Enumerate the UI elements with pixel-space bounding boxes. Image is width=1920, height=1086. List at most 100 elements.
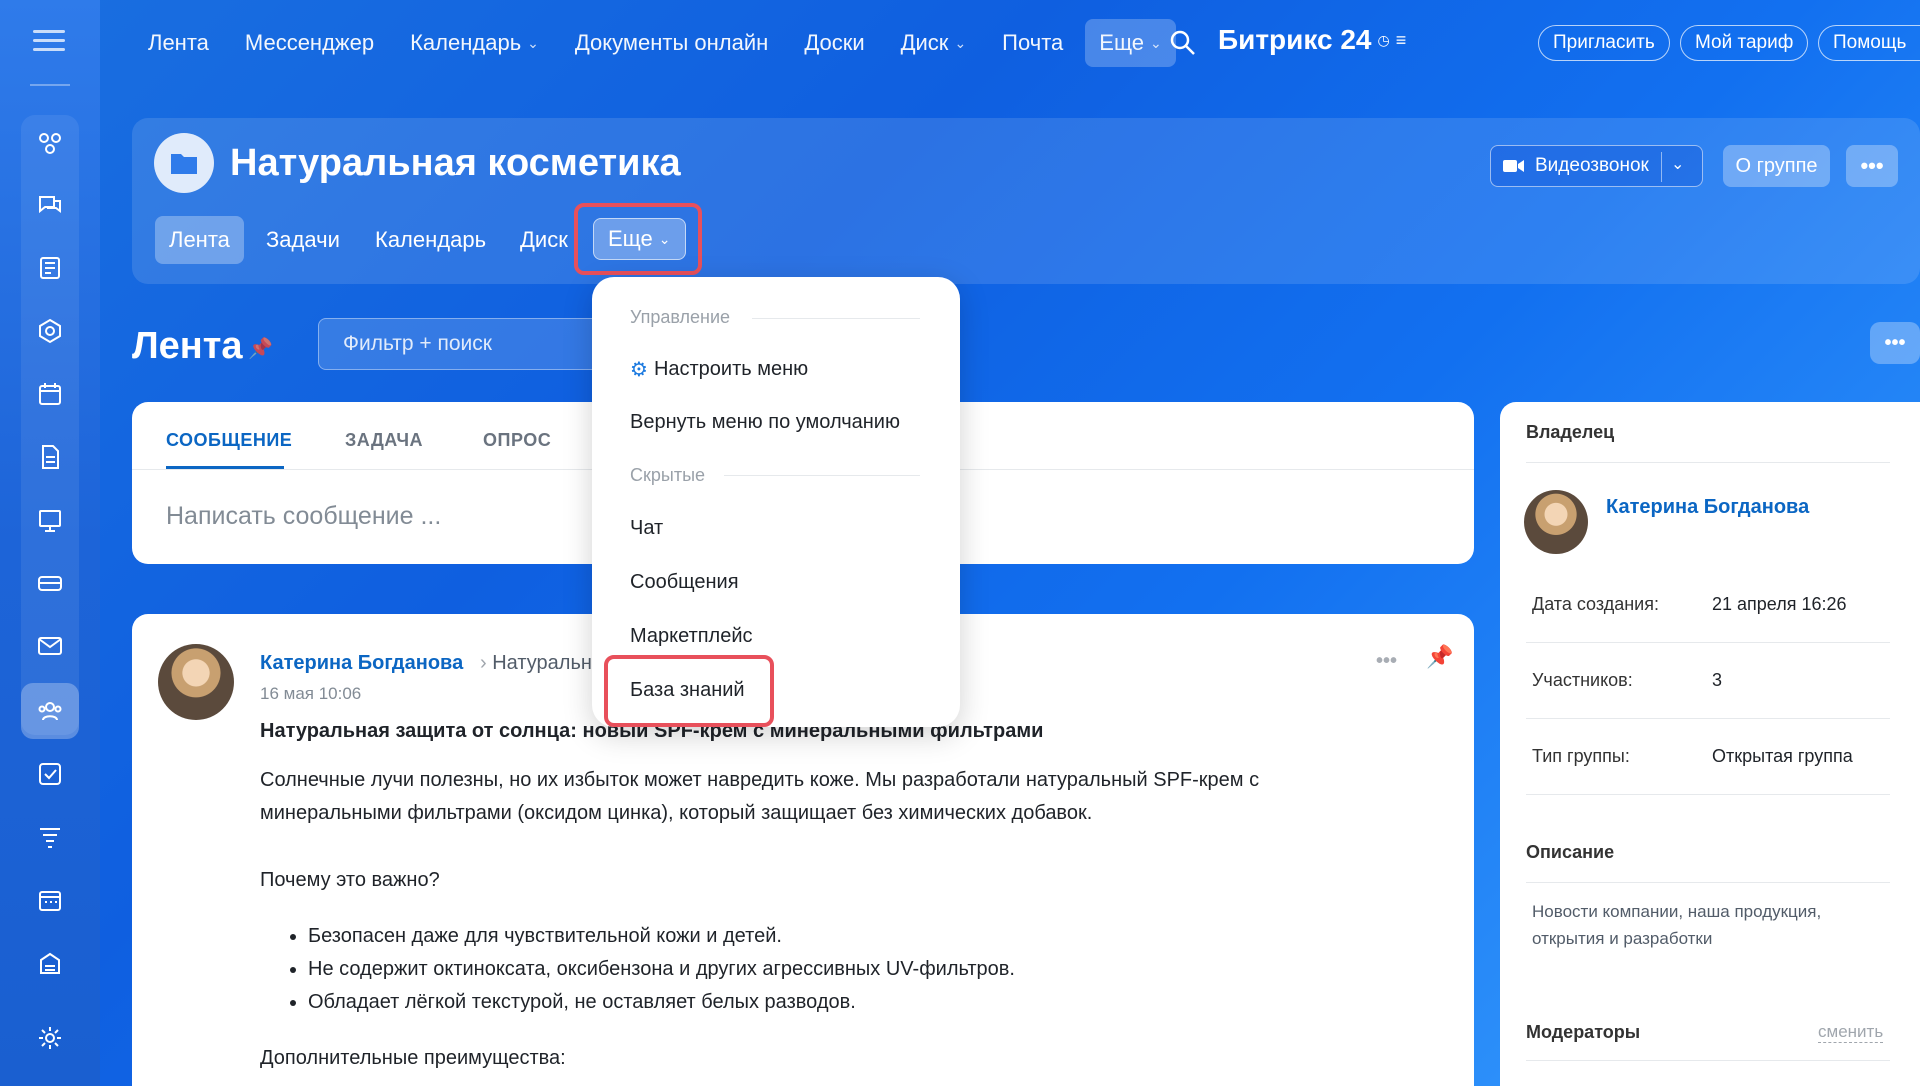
chevron-down-icon: ⌄: [954, 34, 967, 51]
owner-name[interactable]: Катерина Богданова: [1606, 496, 1809, 519]
group-title: Натуральная косметика: [230, 142, 681, 184]
change-moderators-link[interactable]: сменить: [1818, 1022, 1884, 1043]
nav-item-calendar[interactable]: Календарь ⌄: [410, 30, 539, 56]
chevron-down-icon[interactable]: ⌄: [1671, 154, 1684, 174]
section-divider: [752, 318, 920, 319]
divider: [1526, 1060, 1890, 1061]
nav-label: Календарь: [410, 30, 522, 55]
hidden-item-marketplace[interactable]: Маркетплейс: [630, 625, 753, 648]
button-divider: [1661, 152, 1662, 182]
hidden-item-chat[interactable]: Чат: [630, 517, 663, 540]
nav-item-docs[interactable]: Документы онлайн: [575, 30, 768, 56]
sidebar-funnel-icon[interactable]: [21, 809, 79, 865]
help-button[interactable]: Помощь: [1818, 25, 1920, 61]
filter-search-input[interactable]: Фильтр + поиск: [318, 318, 628, 370]
hidden-item-messages[interactable]: Сообщения: [630, 571, 739, 594]
video-call-label: Видеозвонок: [1535, 155, 1649, 176]
camera-icon: [1503, 160, 1524, 172]
tab-label: Диск: [520, 227, 568, 252]
description-text: Новости компании, наша продукция, открыт…: [1532, 902, 1822, 948]
post-date[interactable]: 16 мая 10:06: [260, 684, 361, 704]
configure-menu-item[interactable]: ⚙ Настроить меню: [630, 357, 808, 382]
tab-label: Задачи: [266, 227, 340, 252]
nav-item-mail[interactable]: Почта: [1002, 30, 1063, 56]
author-avatar[interactable]: [158, 644, 234, 720]
nav-label: Доски: [804, 30, 865, 55]
post-paragraph-line: Солнечные лучи полезны, но их избыток мо…: [260, 769, 1260, 791]
nav-item-more[interactable]: Еще ⌄: [1085, 19, 1176, 67]
menu-item-label: Настроить меню: [653, 358, 809, 380]
sidebar-boards-icon[interactable]: [21, 492, 79, 548]
feed-more-dots-icon[interactable]: •••: [1870, 322, 1920, 364]
sidebar-disk-icon[interactable]: [21, 555, 79, 611]
divider: [1526, 882, 1890, 883]
sidebar-tasks-icon[interactable]: [21, 746, 79, 802]
sidebar-divider: [30, 84, 70, 86]
pin-icon[interactable]: 📌: [248, 336, 273, 361]
group-tab-disk[interactable]: Диск: [506, 216, 582, 264]
folder-icon: [171, 154, 197, 174]
members-value[interactable]: 3: [1712, 670, 1722, 691]
search-icon[interactable]: [1168, 28, 1198, 58]
chevron-right-icon: ›: [480, 652, 487, 674]
sidebar-chat-icon[interactable]: [21, 177, 79, 233]
nav-item-disk[interactable]: Диск ⌄: [901, 30, 967, 56]
tariff-button[interactable]: Мой тариф: [1680, 25, 1809, 61]
nav-label: Лента: [148, 30, 209, 55]
message-input[interactable]: Написать сообщение ...: [166, 502, 441, 531]
sidebar-news-icon[interactable]: [21, 240, 79, 296]
nav-label: Еще: [1099, 30, 1145, 55]
composer-tab-task[interactable]: ЗАДАЧА: [345, 430, 423, 451]
description-label: Описание: [1526, 842, 1615, 862]
nav-item-messenger[interactable]: Мессенджер: [245, 30, 374, 56]
highlight-more-tab: [574, 203, 702, 275]
about-group-button[interactable]: О группе: [1723, 145, 1830, 187]
hamburger-menu-icon[interactable]: [33, 30, 65, 54]
group-tab-calendar[interactable]: Календарь: [361, 216, 500, 264]
sidebar-groups-icon[interactable]: [21, 683, 79, 739]
about-label: О группе: [1735, 154, 1818, 177]
gear-icon: ⚙: [630, 359, 648, 381]
composer-tab-message[interactable]: СООБЩЕНИЕ: [166, 430, 292, 451]
post-more-dots-icon[interactable]: •••: [1376, 650, 1397, 673]
divider: [1526, 642, 1890, 643]
nav-item-feed[interactable]: Лента: [148, 30, 209, 56]
composer-tab-poll[interactable]: ОПРОС: [483, 430, 551, 451]
brand-logo[interactable]: Битрикс 24 ◷ ≡: [1218, 24, 1406, 56]
sidebar-crm-icon[interactable]: [21, 115, 79, 171]
post-bullet-list: Безопасен даже для чувствительной кожи и…: [308, 920, 1015, 1019]
filter-placeholder: Фильтр + поиск: [343, 332, 492, 355]
sidebar-settings-gear-icon[interactable]: [21, 1010, 79, 1066]
group-tab-tasks[interactable]: Задачи: [252, 216, 354, 264]
clock-icon: ◷: [1377, 31, 1390, 48]
tab-label: Календарь: [375, 227, 487, 252]
invite-button[interactable]: Пригласить: [1538, 25, 1670, 61]
nav-item-boards[interactable]: Доски: [804, 30, 864, 56]
sidebar-mail-icon[interactable]: [21, 618, 79, 674]
sliders-icon[interactable]: ≡: [1396, 30, 1407, 51]
tab-label: Лента: [169, 227, 230, 252]
sidebar-store-icon[interactable]: [21, 935, 79, 991]
list-item: Обладает лёгкой текстурой, не оставляет …: [308, 986, 1015, 1019]
group-type-key: Тип группы:: [1532, 746, 1630, 766]
post-question: Почему это важно?: [260, 869, 440, 891]
pin-icon[interactable]: 📌: [1426, 644, 1453, 670]
sidebar-document-icon[interactable]: [21, 429, 79, 485]
section-divider: [724, 475, 920, 476]
divider: [1526, 794, 1890, 795]
owner-avatar[interactable]: [1524, 490, 1588, 554]
reset-menu-item[interactable]: Вернуть меню по умолчанию: [630, 411, 900, 434]
post-destination[interactable]: › Натуральн: [480, 652, 592, 675]
post-author[interactable]: Катерина Богданова: [260, 652, 463, 675]
sidebar-planner-icon[interactable]: [21, 872, 79, 928]
sidebar-calendar-icon[interactable]: [21, 366, 79, 422]
post-paragraph-line: минеральными фильтрами (оксидом цинка), …: [260, 802, 1093, 824]
group-more-dots-icon[interactable]: •••: [1846, 145, 1898, 187]
dropdown-section-hidden: Скрытые: [630, 465, 706, 485]
sidebar-hexagon-icon[interactable]: [21, 303, 79, 359]
post-extra-heading: Дополнительные преимущества:: [260, 1047, 566, 1069]
video-call-button[interactable]: Видеозвонок ⌄: [1490, 145, 1703, 187]
chevron-down-icon: ⌄: [527, 34, 539, 51]
nav-label: Диск: [900, 30, 949, 55]
group-tab-feed[interactable]: Лента: [155, 216, 244, 264]
